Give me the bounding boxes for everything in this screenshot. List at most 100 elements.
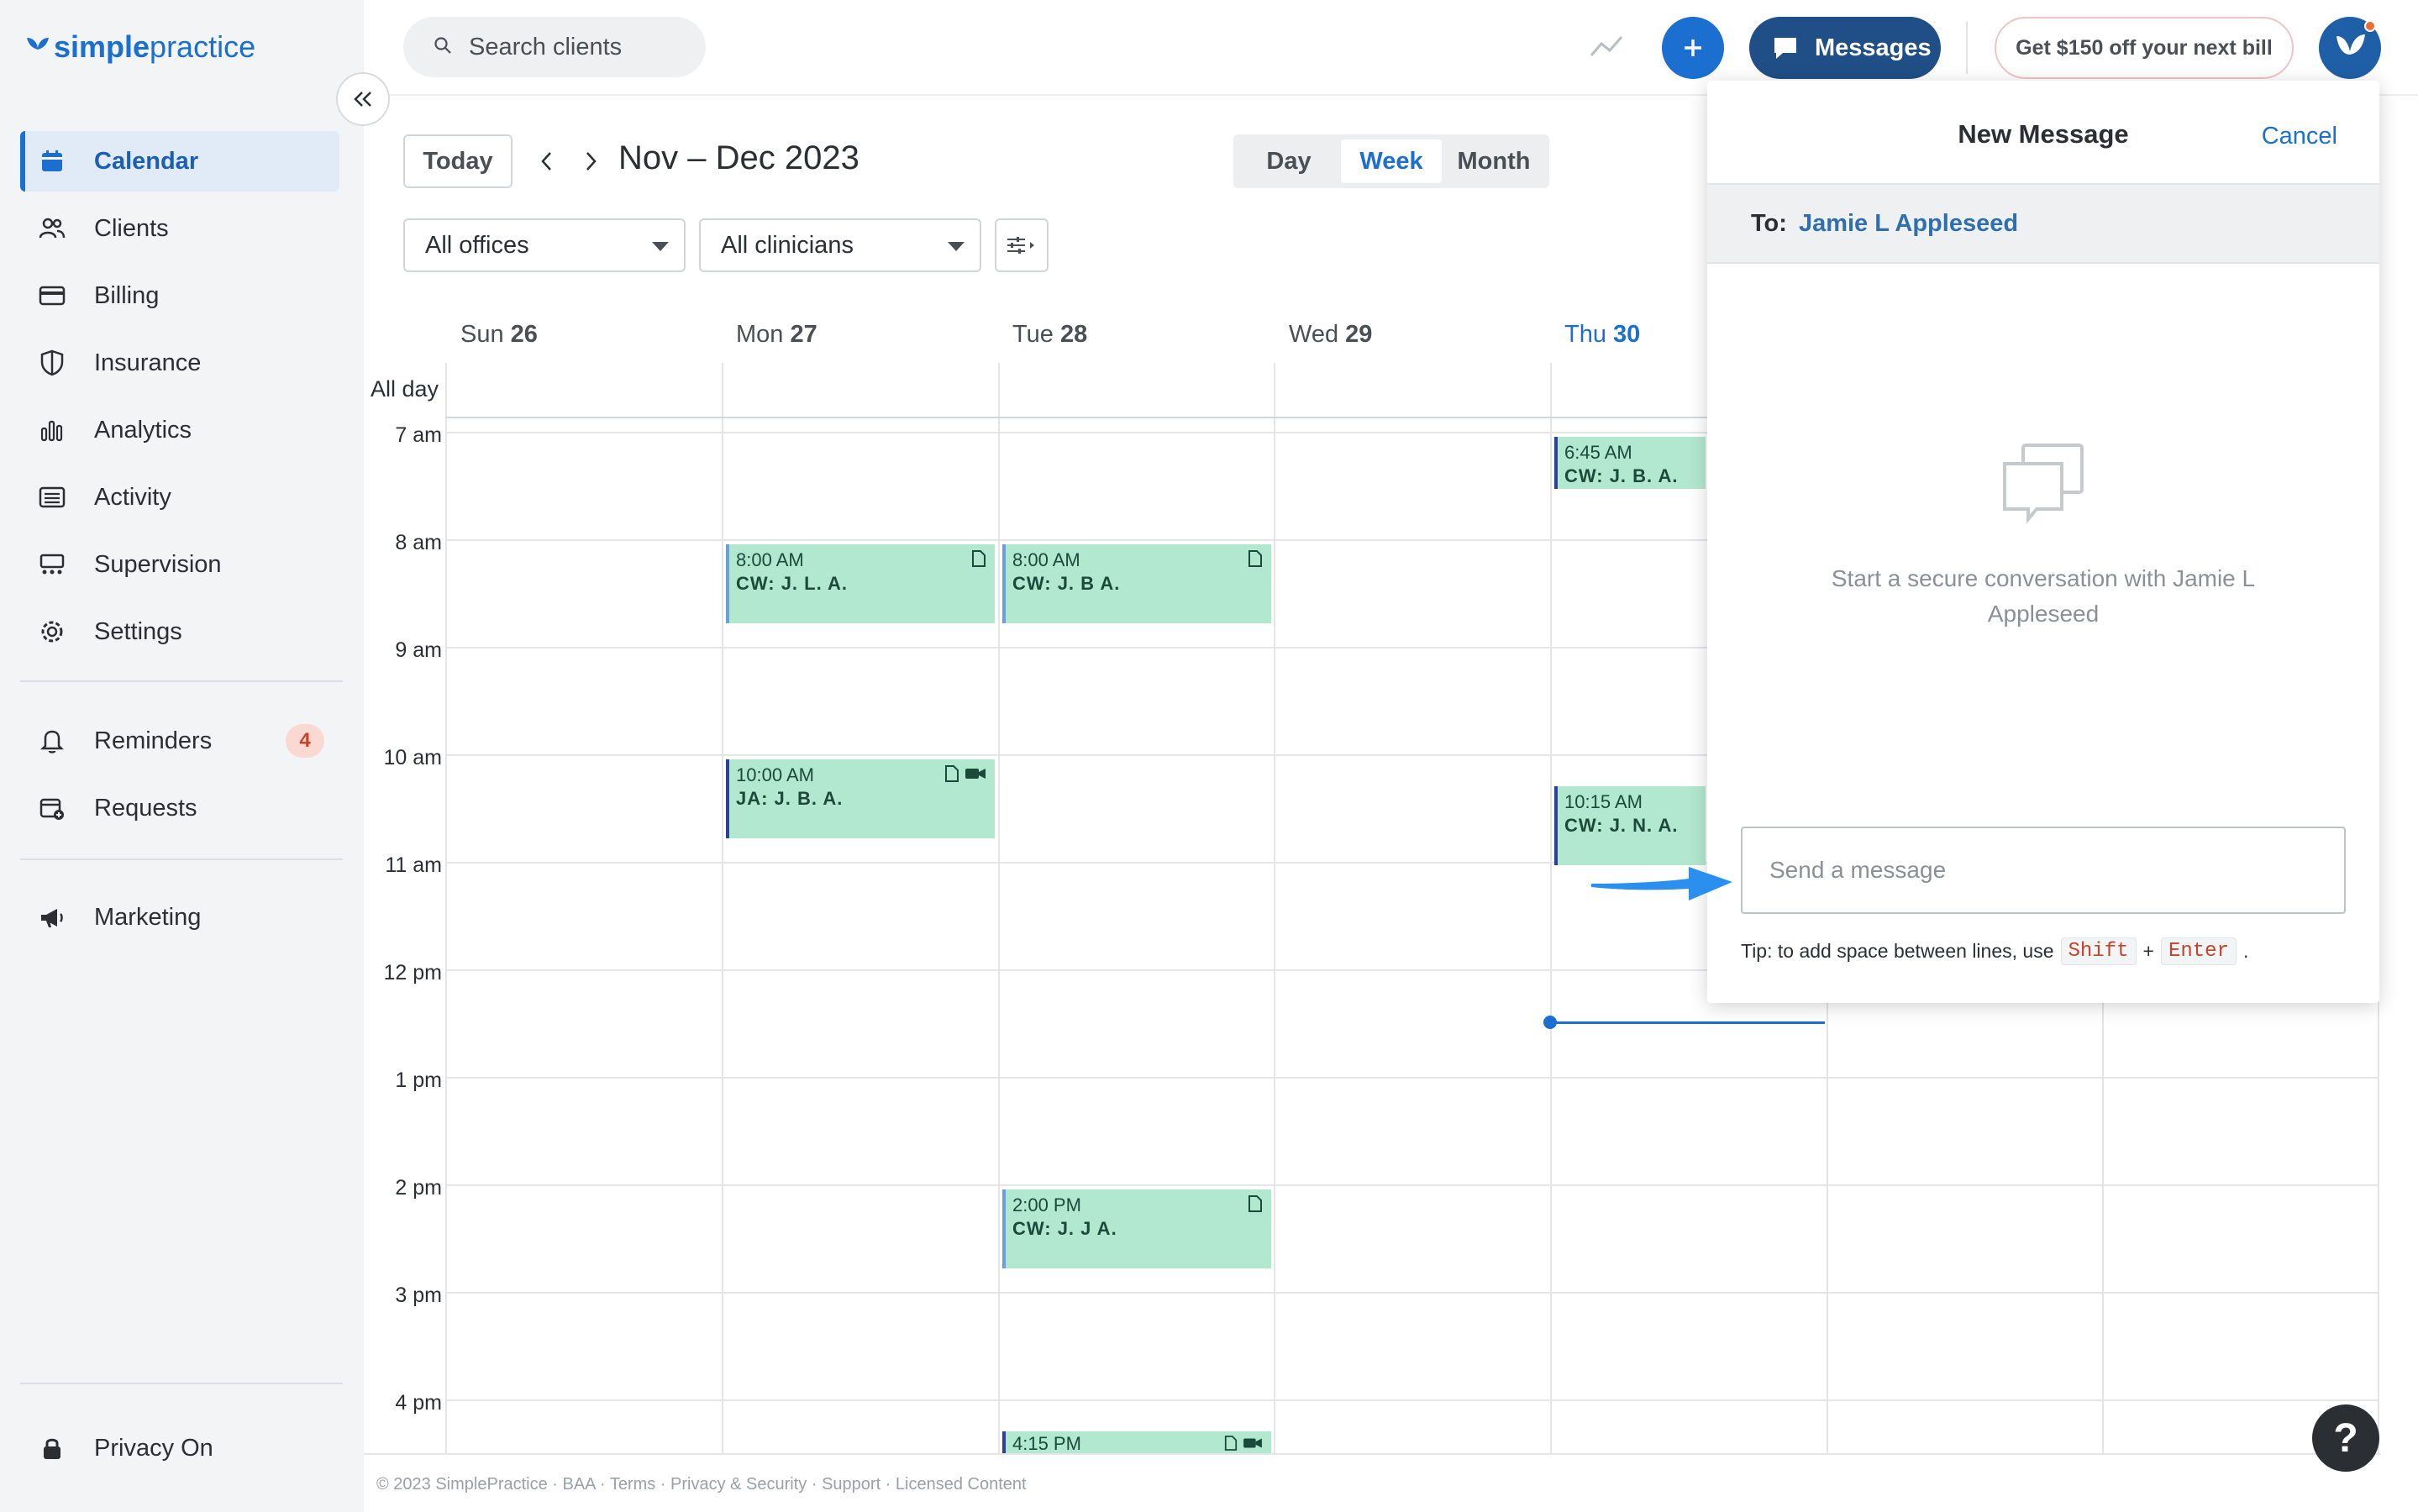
sidebar-item-requests[interactable]: Requests [20, 778, 339, 838]
appointment-event[interactable]: 4:15 PM [1002, 1431, 1271, 1453]
grid-hour-line [445, 1292, 2379, 1294]
today-button[interactable]: Today [403, 134, 513, 188]
sidebar-item-billing[interactable]: Billing [20, 265, 339, 326]
all-day-label: All day [371, 376, 439, 402]
sidebar-divider [20, 858, 343, 860]
view-switcher: Day Week Month [1233, 134, 1549, 188]
sidebar-item-label: Supervision [94, 550, 222, 578]
appointment-event[interactable]: 6:45 AM CW: J. B. A. [1554, 437, 1706, 489]
add-button[interactable] [1662, 17, 1724, 79]
search-input[interactable]: Search clients [403, 17, 706, 77]
calendar-settings-button[interactable] [995, 218, 1049, 272]
search-icon [434, 36, 452, 59]
video-icon [1243, 1438, 1262, 1448]
event-time: 6:45 AM [1564, 442, 1632, 463]
to-label: To: [1751, 209, 1787, 237]
sidebar-item-marketing[interactable]: Marketing [20, 887, 339, 948]
lock-icon [35, 1431, 69, 1465]
sliders-icon [1007, 237, 1034, 254]
grid-column-line [722, 363, 723, 1455]
sidebar-item-analytics[interactable]: Analytics [20, 400, 339, 460]
time-label: 1 pm [395, 1068, 442, 1092]
footer-links[interactable]: © 2023 SimplePractice · BAA · Terms · Pr… [376, 1475, 1027, 1494]
view-day-button[interactable]: Day [1238, 139, 1339, 183]
appointment-event[interactable]: 8:00 AM CW: J. B A. [1002, 544, 1271, 623]
time-label: 2 pm [395, 1176, 442, 1200]
sidebar-item-calendar[interactable]: Calendar [20, 131, 339, 192]
video-icon [965, 769, 986, 779]
messages-label: Messages [1815, 34, 1932, 61]
privacy-toggle[interactable]: Privacy On [20, 1418, 339, 1478]
appointment-event[interactable]: 10:15 AM CW: J. N. A. [1554, 786, 1706, 865]
chevron-left-icon [541, 152, 551, 171]
day-header-thu: Thu 30 [1564, 321, 1640, 349]
message-input[interactable]: Send a message [1741, 827, 2346, 914]
sidebar-item-activity[interactable]: Activity [20, 467, 339, 528]
logo-text-practice: practice [150, 29, 256, 64]
offices-select[interactable]: All offices [403, 218, 686, 272]
day-header-wed: Wed 29 [1289, 321, 1372, 349]
help-button[interactable]: ? [2312, 1404, 2379, 1472]
butterfly-avatar-icon [2337, 34, 2365, 55]
grid-hour-line [445, 1077, 2379, 1079]
event-time: 2:00 PM [1012, 1194, 1081, 1215]
clinicians-select[interactable]: All clinicians [699, 218, 981, 272]
messages-button[interactable]: Messages [1749, 17, 1941, 79]
topbar-divider [1966, 22, 1968, 74]
note-icon [1248, 550, 1262, 567]
sidebar-item-settings[interactable]: Settings [20, 601, 339, 662]
recipient-link[interactable]: Jamie L Appleseed [1799, 210, 2018, 238]
tip-end: . [2242, 940, 2249, 962]
time-label: 8 am [395, 531, 442, 554]
grid-column-line [1274, 363, 1275, 1455]
view-month-button[interactable]: Month [1443, 139, 1544, 183]
appointment-event[interactable]: 10:00 AM JA: J. B. A. [726, 759, 995, 838]
empty-state-text: Start a secure conversation with Jamie L… [1831, 565, 2256, 627]
day-number: 26 [510, 321, 538, 348]
sidebar-item-clients[interactable]: Clients [20, 198, 339, 259]
day-name: Sun [460, 321, 504, 348]
search-placeholder: Search clients [469, 33, 623, 60]
sidebar-item-label: Marketing [94, 903, 202, 931]
sidebar-item-insurance[interactable]: Insurance [20, 333, 339, 393]
event-time: 10:15 AM [1564, 791, 1643, 812]
current-time-line [1551, 1021, 1825, 1024]
recipient-row: To: Jamie L Appleseed [1707, 183, 2379, 264]
logo[interactable]: simple practice [25, 22, 255, 72]
grid-column-line [998, 363, 1000, 1455]
grid-hour-line [445, 1184, 2379, 1186]
event-client: CW: J. J A. [1012, 1218, 1117, 1239]
previous-week-button[interactable] [529, 144, 563, 178]
sidebar-item-label: Calendar [94, 147, 199, 175]
bell-icon [35, 724, 69, 758]
trend-chart-icon[interactable] [1588, 32, 1625, 63]
butterfly-logo-icon [27, 38, 49, 50]
pointer-arrow-icon [1588, 855, 1739, 913]
supervision-icon [35, 548, 69, 581]
next-week-button[interactable] [575, 144, 608, 178]
view-week-button[interactable]: Week [1341, 139, 1442, 183]
plus-icon [1685, 39, 1701, 56]
sidebar-item-supervision[interactable]: Supervision [20, 534, 339, 595]
sidebar-item-label: Reminders [94, 727, 213, 754]
logo-text-simple: simple [54, 29, 150, 64]
cancel-button[interactable]: Cancel [2262, 123, 2337, 150]
conversation-icon [2000, 442, 2087, 530]
appointment-event[interactable]: 2:00 PM CW: J. J A. [1002, 1189, 1271, 1268]
sidebar-item-label: Analytics [94, 416, 192, 444]
sidebar-item-reminders[interactable]: Reminders 4 [20, 711, 339, 771]
megaphone-icon [35, 900, 69, 934]
time-label: 12 pm [383, 961, 442, 984]
offices-select-value: All offices [425, 231, 529, 259]
appointment-event[interactable]: 8:00 AM CW: J. L. A. [726, 544, 995, 623]
event-client: CW: J. L. A. [736, 573, 848, 594]
note-icon [972, 550, 986, 567]
privacy-label: Privacy On [94, 1434, 213, 1462]
sidebar-divider [20, 680, 343, 682]
collapse-sidebar-button[interactable] [336, 72, 390, 126]
day-header-tue: Tue 28 [1012, 321, 1087, 349]
day-header-sun: Sun 26 [460, 321, 538, 349]
promo-button[interactable]: Get $150 off your next bill [1995, 17, 2294, 79]
chevron-right-icon [586, 152, 597, 171]
sidebar-item-label: Requests [94, 794, 197, 822]
